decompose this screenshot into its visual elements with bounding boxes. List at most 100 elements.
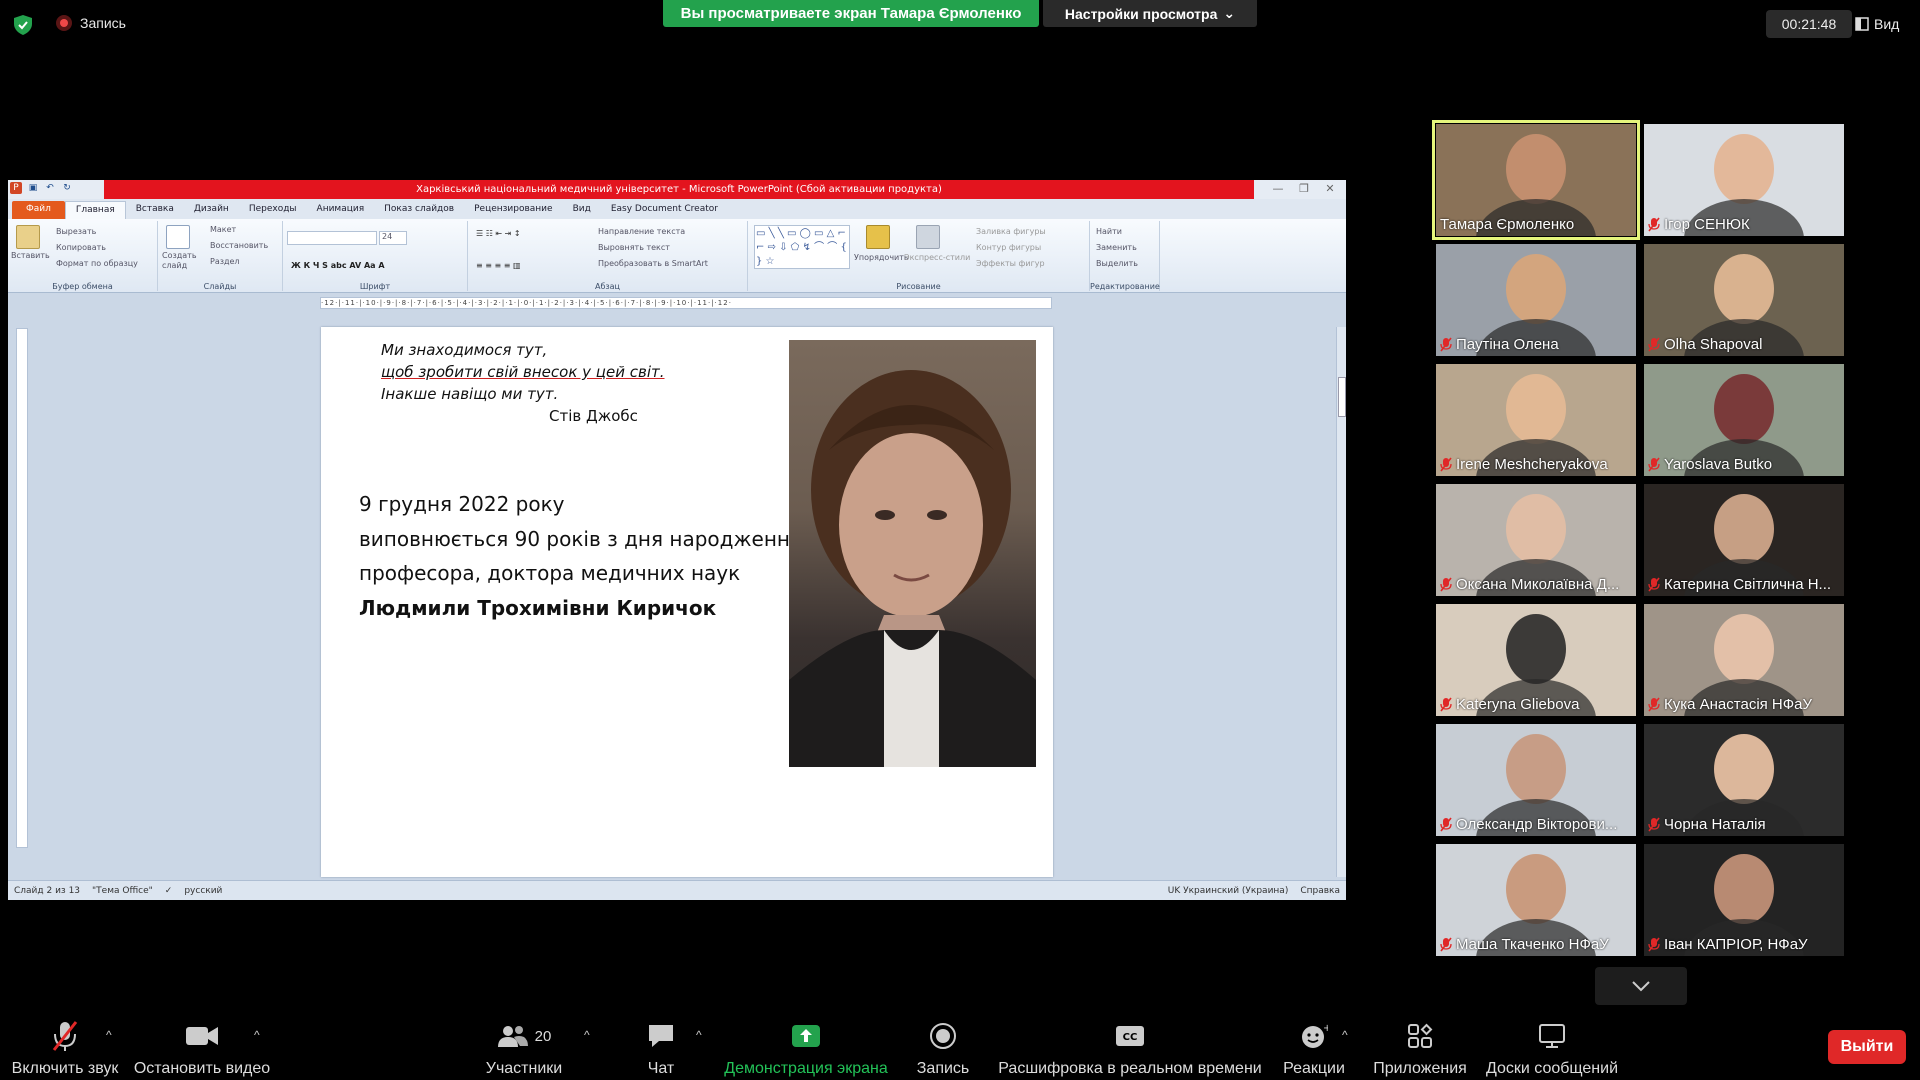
arrange-button[interactable]: Упорядочить (854, 253, 909, 262)
participant-tile[interactable]: Маша Ткаченко НФаУ (1436, 844, 1636, 956)
participant-name: Kateryna Gliebova (1456, 696, 1580, 713)
align-icons[interactable]: ≡ ≡ ≡ ≡ ▥ (476, 261, 521, 270)
tab-transitions[interactable]: Переходы (239, 201, 307, 219)
participant-tile[interactable]: Irene Meshcheryakova (1436, 364, 1636, 476)
horizontal-ruler: ·12·|·11·|·10·|·9·|·8·|·7·|·6·|·5·|·4·|·… (320, 297, 1052, 309)
copy-button[interactable]: Копировать (56, 243, 106, 252)
layout-button[interactable]: Макет (210, 225, 236, 234)
participant-tile[interactable]: Оксана Миколаївна Д... (1436, 484, 1636, 596)
leave-meeting-button[interactable]: Выйти (1828, 1030, 1906, 1064)
portrait-photo[interactable] (789, 340, 1036, 767)
minimize-icon[interactable]: — (1268, 181, 1288, 196)
theme-name: "Тема Office" (92, 885, 153, 896)
slide-canvas[interactable]: Ми знаходимося тут, щоб зробити свій вне… (321, 327, 1053, 877)
apps-button[interactable]: Приложения (1370, 1010, 1470, 1080)
new-slide-icon[interactable] (166, 225, 190, 249)
participant-name: Тамара Єрмоленко (1440, 216, 1575, 233)
tab-animations[interactable]: Анимация (307, 201, 375, 219)
participant-tile[interactable]: Yaroslava Butko (1644, 364, 1844, 476)
tab-design[interactable]: Дизайн (184, 201, 239, 219)
reactions-button[interactable]: + Реакции (1276, 1010, 1352, 1080)
replace-button[interactable]: Заменить (1096, 243, 1137, 252)
video-options-caret-icon[interactable]: ^ (254, 1028, 260, 1042)
unmute-button[interactable]: Включить звук (8, 1010, 122, 1080)
muted-mic-icon (1440, 937, 1452, 952)
participant-tile[interactable]: Іван КАПРІОР, НФаУ (1644, 844, 1844, 956)
shape-outline-button[interactable]: Контур фигуры (976, 243, 1041, 252)
share-screen-label: Демонстрация экрана (724, 1060, 888, 1077)
paste-icon[interactable] (16, 225, 40, 249)
share-screen-button[interactable]: Демонстрация экрана (722, 1010, 890, 1080)
find-button[interactable]: Найти (1096, 227, 1122, 236)
reactions-caret-icon[interactable]: ^ (1342, 1028, 1348, 1042)
recording-indicator[interactable]: Запись (56, 15, 126, 31)
participant-video (1506, 374, 1566, 444)
tab-home[interactable]: Главная (64, 201, 126, 219)
arrange-icon[interactable] (866, 225, 890, 249)
chat-button[interactable]: Чат (628, 1010, 694, 1080)
participant-tile[interactable]: Olha Shapoval (1644, 244, 1844, 356)
audio-options-caret-icon[interactable]: ^ (106, 1028, 112, 1042)
undo-icon[interactable]: ↶ (44, 182, 56, 194)
convert-smartart-button[interactable]: Преобразовать в SmartArt (598, 259, 708, 268)
list-icons[interactable]: ☰ ☷ ⇤ ⇥ ↕ (476, 229, 521, 238)
redo-icon[interactable]: ↻ (61, 182, 73, 194)
participants-button[interactable]: 20 Участники (480, 1010, 568, 1080)
participant-tile[interactable]: Ігор СЕНЮК (1644, 124, 1844, 236)
select-button[interactable]: Выделить (1096, 259, 1138, 268)
close-icon[interactable]: ✕ (1320, 181, 1340, 196)
view-settings-button[interactable]: Настройки просмотра ⌄ (1043, 0, 1257, 27)
participant-tile[interactable]: Тамара Єрмоленко (1432, 120, 1640, 240)
participant-video (1506, 854, 1566, 924)
shape-effects-button[interactable]: Эффекты фигур (976, 259, 1045, 268)
tab-insert[interactable]: Вставка (126, 201, 184, 219)
cut-button[interactable]: Вырезать (56, 227, 96, 236)
keyboard-language[interactable]: UK Украинский (Украина) (1162, 886, 1295, 896)
view-layout-button[interactable]: Вид (1855, 10, 1915, 38)
bold-icon[interactable]: Ж К Ч S abc AV Aa A (291, 261, 385, 270)
paste-button[interactable]: Вставить (11, 251, 50, 260)
shape-fill-button[interactable]: Заливка фигуры (976, 227, 1046, 236)
participant-tile[interactable]: Катерина Світлична Н... (1644, 484, 1844, 596)
chat-caret-icon[interactable]: ^ (696, 1028, 702, 1042)
text-direction-button[interactable]: Направление текста (598, 227, 685, 236)
scrollbar-thumb[interactable] (1338, 377, 1346, 417)
font-name-box[interactable] (287, 231, 377, 245)
clipboard-group-label: Буфер обмена (52, 282, 113, 291)
ppt-status-bar: Слайд 2 из 13 "Тема Office" ✓ русский UK… (8, 880, 1346, 900)
participants-caret-icon[interactable]: ^ (584, 1028, 590, 1042)
quick-styles-button[interactable]: Экспресс-стили (904, 253, 970, 262)
participant-tile[interactable]: Паутіна Олена (1436, 244, 1636, 356)
tab-file[interactable]: Файл (12, 201, 65, 219)
record-button[interactable]: Запись (908, 1010, 978, 1080)
gallery-scroll-down-button[interactable] (1595, 967, 1687, 1005)
captions-button[interactable]: CC Расшифровка в реальном времени (998, 1010, 1262, 1080)
reset-button[interactable]: Восстановить (210, 241, 268, 250)
help-label[interactable]: Справка (1294, 886, 1346, 896)
align-text-button[interactable]: Выровнять текст (598, 243, 670, 252)
whiteboard-icon (1539, 1024, 1565, 1048)
shapes-gallery[interactable]: ▭ ╲ ╲ ▭ ◯ ▭ △ ⌐ ⌐ ⇨ ⇩ ⬠ ↯ ⌒ ⌒ { } ☆ (754, 225, 850, 269)
tab-slideshow[interactable]: Показ слайдов (374, 201, 464, 219)
tab-easy-document-creator[interactable]: Easy Document Creator (601, 201, 728, 219)
save-icon[interactable]: ▣ (27, 182, 39, 194)
vertical-scrollbar[interactable] (1336, 327, 1346, 877)
spellcheck-icon[interactable]: ✓ (159, 886, 179, 896)
whiteboards-button[interactable]: Доски сообщений (1482, 1010, 1622, 1080)
format-painter-button[interactable]: Формат по образцу (56, 259, 138, 268)
tab-view[interactable]: Вид (563, 201, 601, 219)
participant-tile[interactable]: Кука Анастасія НФаУ (1644, 604, 1844, 716)
participant-tile[interactable]: Чорна Наталія (1644, 724, 1844, 836)
slide-name-line: Людмили Трохимівни Киричок (359, 596, 717, 620)
participants-count: 20 (534, 1027, 552, 1045)
font-size-box[interactable]: 24 (379, 231, 407, 245)
participant-tile[interactable]: Олександр Вікторови... (1436, 724, 1636, 836)
quick-styles-icon[interactable] (916, 225, 940, 249)
tab-review[interactable]: Рецензирование (464, 201, 562, 219)
section-button[interactable]: Раздел (210, 257, 240, 266)
video-button[interactable]: Остановить видео (134, 1010, 270, 1080)
restore-icon[interactable]: ❐ (1294, 181, 1314, 196)
participant-tile[interactable]: Kateryna Gliebova (1436, 604, 1636, 716)
new-slide-button[interactable]: Создать слайд (162, 251, 202, 271)
security-shield-icon[interactable] (12, 14, 34, 36)
